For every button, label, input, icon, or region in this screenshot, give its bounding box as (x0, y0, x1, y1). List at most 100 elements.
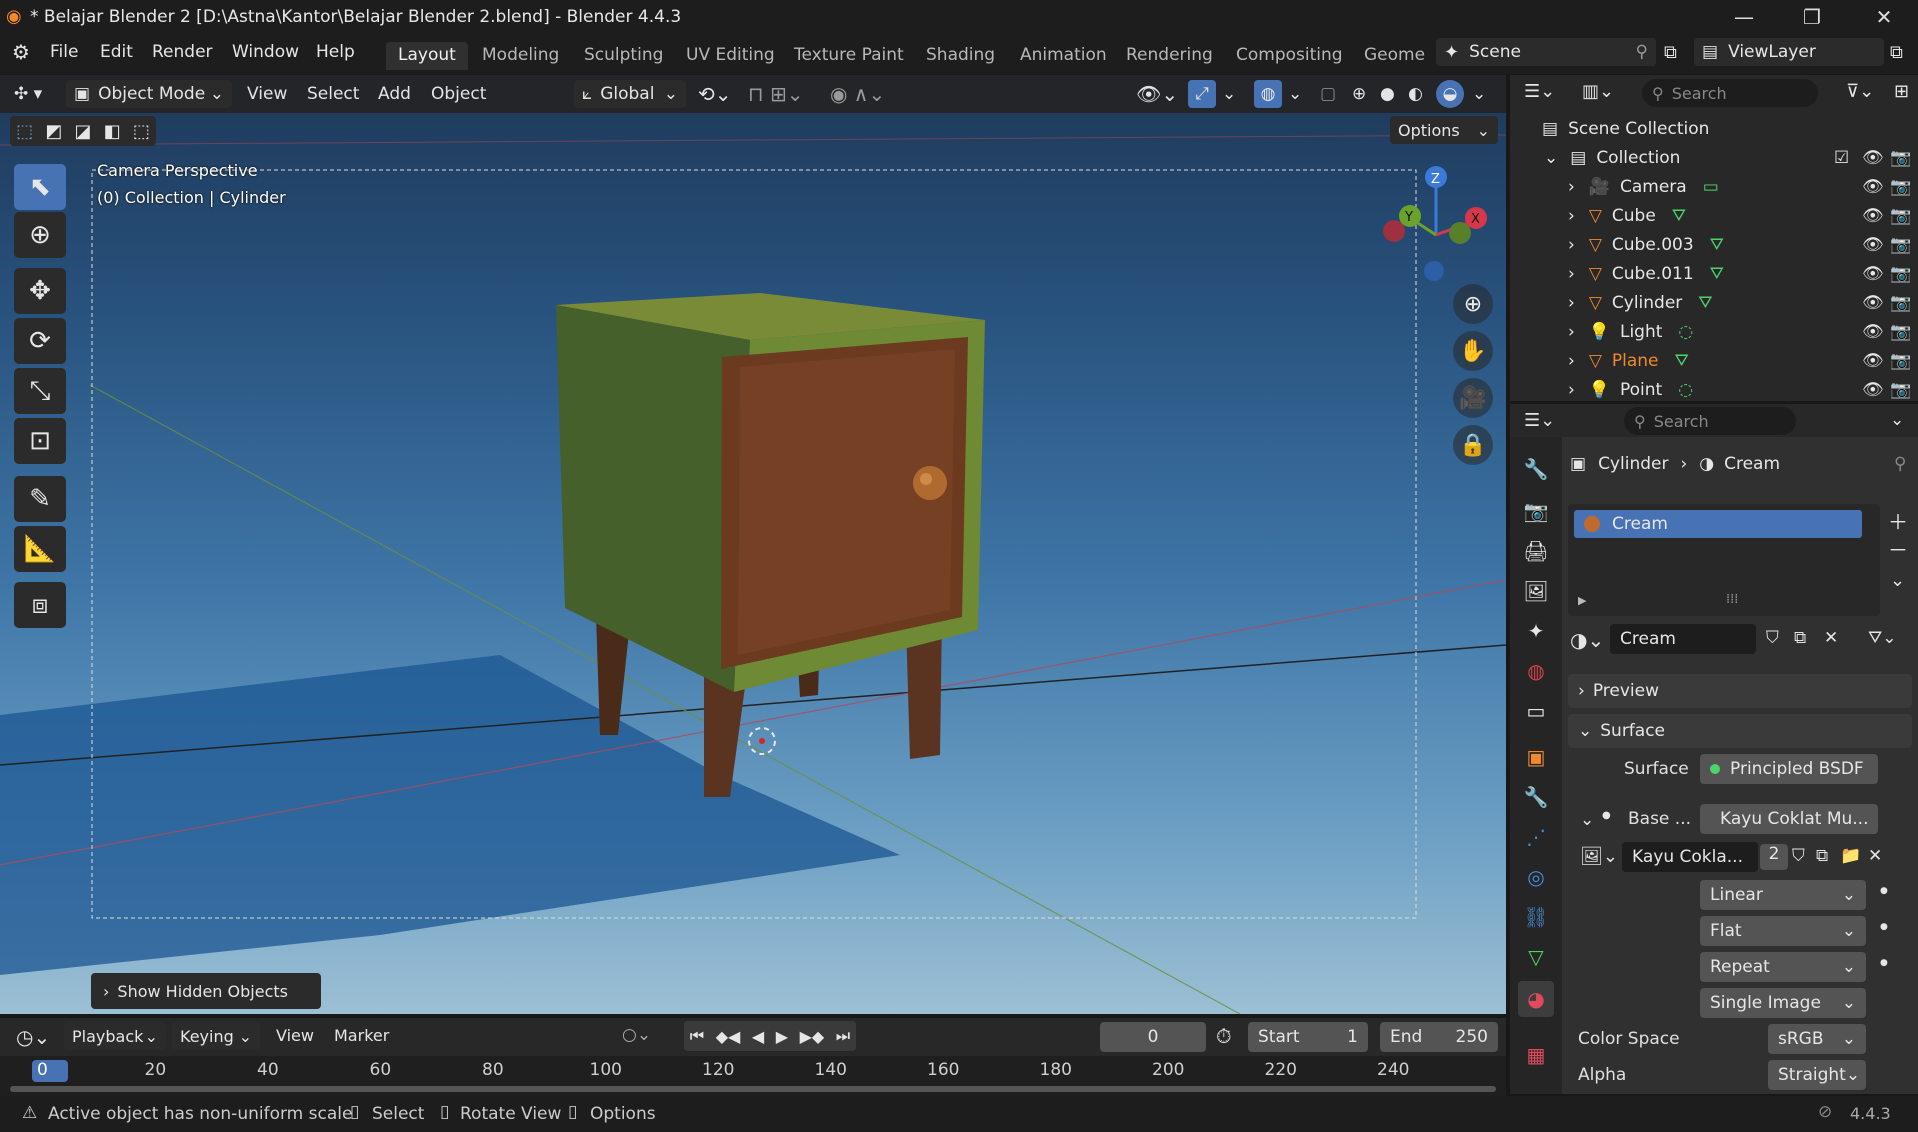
rotate-tool-icon[interactable]: ⟳ (14, 318, 66, 364)
minimize-button[interactable]: — (1716, 0, 1772, 34)
expand-arrow-icon[interactable]: ▶ (1578, 594, 1586, 607)
interpolation-dropdown[interactable]: Linear ⌄ (1700, 880, 1866, 910)
pin-icon[interactable]: ⚲ (1636, 42, 1648, 62)
particles-tab-icon[interactable]: ⋰ (1518, 819, 1554, 855)
fake-user-shield-icon[interactable]: ⛉ (1792, 846, 1805, 866)
proportional-edit-icon[interactable]: ◉ ∧⌄ (830, 80, 885, 108)
viewlayer-selector[interactable]: ▤ ViewLayer (1694, 38, 1884, 66)
new-collection-icon[interactable]: ⊞ (1894, 81, 1909, 102)
viewport-menu-select[interactable]: Select (307, 80, 359, 108)
base-color-input-field[interactable]: Kayu Coklat Mu... (1700, 804, 1878, 834)
image-name-field[interactable]: Kayu Cokla... (1622, 842, 1758, 872)
tab-modeling[interactable]: Modeling (470, 42, 571, 70)
tab-layout[interactable]: Layout (386, 42, 468, 70)
material-tab-icon[interactable]: ◕ (1518, 981, 1554, 1017)
outliner-item-plane[interactable]: › ▽ Plane ⛛ 👁 📷 (1510, 346, 1918, 375)
new-viewlayer-icon[interactable]: ⧉ (1890, 42, 1903, 63)
select-invert-icon[interactable]: ◧ (104, 121, 121, 142)
tab-geometry-nodes[interactable]: Geome (1352, 42, 1426, 70)
outliner-item-cube[interactable]: › ▽ Cube ⛛ 👁 📷 (1510, 201, 1918, 230)
object-data-icon[interactable]: ⛛ (1710, 235, 1724, 255)
menu-render[interactable]: Render (152, 42, 213, 62)
viewport-menu-object[interactable]: Object (431, 80, 486, 108)
collection-row[interactable]: ⌄ ▤ Collection ☑ 👁 📷 (1510, 143, 1918, 172)
viewport-menu-view[interactable]: View (247, 80, 287, 108)
gizmo-neg-y-ball[interactable] (1449, 222, 1471, 244)
keying-menu[interactable]: Keying ⌄ (172, 1022, 260, 1050)
camera-render-icon[interactable]: 📷 (1890, 293, 1911, 313)
camera-render-icon[interactable]: 📷 (1890, 351, 1911, 371)
chevron-right-icon[interactable]: › (1568, 322, 1575, 342)
visibility-icon[interactable]: 👁⌄ (1136, 80, 1178, 108)
timeline-editor-type-icon[interactable]: ◷⌄ (16, 1025, 50, 1049)
outliner-item-camera[interactable]: › 🎥 Camera ▭ 👁 📷 (1510, 172, 1918, 201)
gizmo-neg-x-ball[interactable] (1383, 220, 1405, 242)
tab-sculpting[interactable]: Sculpting (572, 42, 675, 70)
scene-collection-row[interactable]: ▤ Scene Collection (1510, 114, 1918, 143)
object-data-icon[interactable]: ◌ (1678, 322, 1693, 342)
select-box-tool-icon[interactable]: ⬉ (14, 164, 66, 210)
select-subtract-icon[interactable]: ◪ (74, 121, 91, 142)
3d-viewport[interactable]: Z X Y Camera Perspective (0) Collection … (0, 75, 1506, 1014)
world-tab-icon[interactable]: ◍ (1518, 653, 1554, 689)
duplicate-material-icon[interactable]: ⧉ (1794, 628, 1806, 648)
network-off-icon[interactable]: ⊘ (1818, 1102, 1832, 1122)
color-space-dropdown[interactable]: sRGB ⌄ (1768, 1024, 1866, 1054)
scale-tool-icon[interactable]: ⤡ (14, 368, 66, 414)
material-shading-icon[interactable]: ◐ (1408, 80, 1423, 108)
extension-dropdown[interactable]: Repeat ⌄ (1700, 952, 1866, 982)
chevron-down-icon[interactable]: ⌄ (1288, 80, 1302, 108)
xray-icon[interactable]: ▢ (1320, 80, 1336, 108)
mode-selector[interactable]: ▣ Object Mode ⌄ (66, 80, 232, 108)
camera-render-icon[interactable]: 📷 (1890, 322, 1911, 342)
object-data-icon[interactable]: ◌ (1678, 380, 1693, 400)
fake-user-shield-icon[interactable]: ⛉ (1766, 628, 1779, 648)
camera-render-icon[interactable]: 📷 (1890, 380, 1911, 400)
editor-type-icon[interactable]: ✣ ▾ (14, 80, 42, 108)
eye-icon[interactable]: 👁 (1862, 351, 1884, 371)
material-slot-item[interactable]: Cream (1574, 510, 1862, 538)
properties-search-input[interactable]: ⚲ Search (1624, 407, 1796, 435)
image-browse-icon[interactable]: 🖼⌄ (1580, 846, 1618, 867)
preview-panel-header[interactable]: › Preview (1568, 674, 1912, 708)
eye-icon[interactable]: 👁 (1862, 380, 1884, 400)
object-data-icon[interactable]: ⛛ (1675, 351, 1689, 371)
tab-uv-editing[interactable]: UV Editing (674, 42, 787, 70)
camera-render-icon[interactable]: 📷 (1890, 235, 1911, 255)
keyframe-dot-icon[interactable]: ● (1880, 922, 1888, 932)
transform-orientation-selector[interactable]: ⟀ Global ⌄ (574, 80, 686, 108)
outliner-item-light[interactable]: › 💡 Light ◌ 👁 📷 (1510, 317, 1918, 346)
outliner-item-cube-011[interactable]: › ▽ Cube.011 ⛛ 👁 📷 (1510, 259, 1918, 288)
eye-icon[interactable]: 👁 (1862, 235, 1884, 255)
surface-shader-field[interactable]: Principled BSDF (1700, 754, 1878, 784)
timeline-marker-menu[interactable]: Marker (334, 1026, 389, 1045)
jump-end-icon[interactable]: ⏭ (836, 1026, 850, 1046)
object-data-icon[interactable]: ▭ (1703, 177, 1719, 197)
new-scene-icon[interactable]: ⧉ (1664, 42, 1677, 63)
render-tab-icon[interactable]: 📷 (1518, 493, 1554, 529)
camera-view-icon[interactable]: 🎥 (1453, 378, 1493, 418)
chevron-down-icon[interactable]: ⌄ (1890, 410, 1904, 430)
cursor-tool-icon[interactable]: ⊕ (14, 212, 66, 258)
eye-icon[interactable]: 👁 (1862, 293, 1884, 313)
outliner-item-point[interactable]: › 💡 Point ◌ 👁 📷 (1510, 375, 1918, 404)
pan-hand-icon[interactable]: ✋ (1453, 331, 1493, 371)
add-cube-tool-icon[interactable]: ⧈ (14, 582, 66, 628)
next-keyframe-icon[interactable]: ▶◆ (800, 1027, 825, 1046)
tool-tab-icon[interactable]: 🔧 (1518, 451, 1554, 487)
chevron-right-icon[interactable]: › (1568, 206, 1575, 226)
move-tool-icon[interactable]: ✥ (14, 268, 66, 314)
collection-tab-icon[interactable]: ▭ (1518, 693, 1554, 729)
constraints-tab-icon[interactable]: ⛓ (1518, 899, 1554, 935)
camera-render-icon[interactable]: 📷 (1890, 206, 1911, 226)
chevron-right-icon[interactable]: › (1568, 264, 1575, 284)
keyframe-dot-icon[interactable]: ● (1880, 958, 1888, 968)
play-icon[interactable]: ▶ (776, 1027, 788, 1046)
material-browse-icon[interactable]: ◑⌄ (1570, 628, 1604, 652)
menu-edit[interactable]: Edit (100, 42, 133, 62)
camera-render-icon[interactable]: 📷 (1890, 177, 1911, 197)
outliner-item-cylinder[interactable]: › ▽ Cylinder ⛛ 👁 📷 (1510, 288, 1918, 317)
prev-keyframe-icon[interactable]: ◆◀ (716, 1027, 741, 1046)
chevron-right-icon[interactable]: › (1568, 380, 1575, 400)
jump-start-icon[interactable]: ⏮ (690, 1026, 704, 1046)
